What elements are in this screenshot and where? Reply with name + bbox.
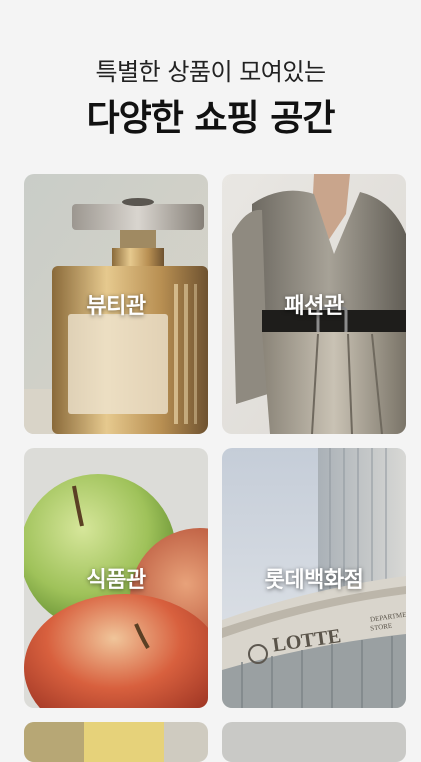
category-label: 롯데백화점 <box>264 568 364 593</box>
category-card-beauty[interactable]: 뷰티관 <box>24 174 208 434</box>
section-subtitle: 특별한 상품이 모여있는 <box>95 58 326 86</box>
category-card-fashion[interactable]: 패션관 <box>222 174 406 434</box>
partial-card-image <box>24 722 208 762</box>
partial-card-image <box>222 722 406 762</box>
category-card-department-store[interactable]: LOTTE DEPARTMENT STORE 롯데백화점 <box>222 448 406 708</box>
section-header: 특별한 상품이 모여있는 다양한 쇼핑 공간 <box>0 0 421 142</box>
category-label: 식품관 <box>86 568 146 593</box>
category-card-partial-left[interactable] <box>24 722 208 762</box>
category-card-food[interactable]: 식품관 <box>24 448 208 708</box>
category-grid: 뷰티관 패션관 식품관 LOTTE DEPARTMENT STORE 롯데백화점 <box>24 174 406 762</box>
section-title: 다양한 쇼핑 공간 <box>86 98 336 139</box>
category-label: 패션관 <box>284 294 344 319</box>
category-card-partial-right[interactable] <box>222 722 406 762</box>
category-label: 뷰티관 <box>86 294 146 319</box>
